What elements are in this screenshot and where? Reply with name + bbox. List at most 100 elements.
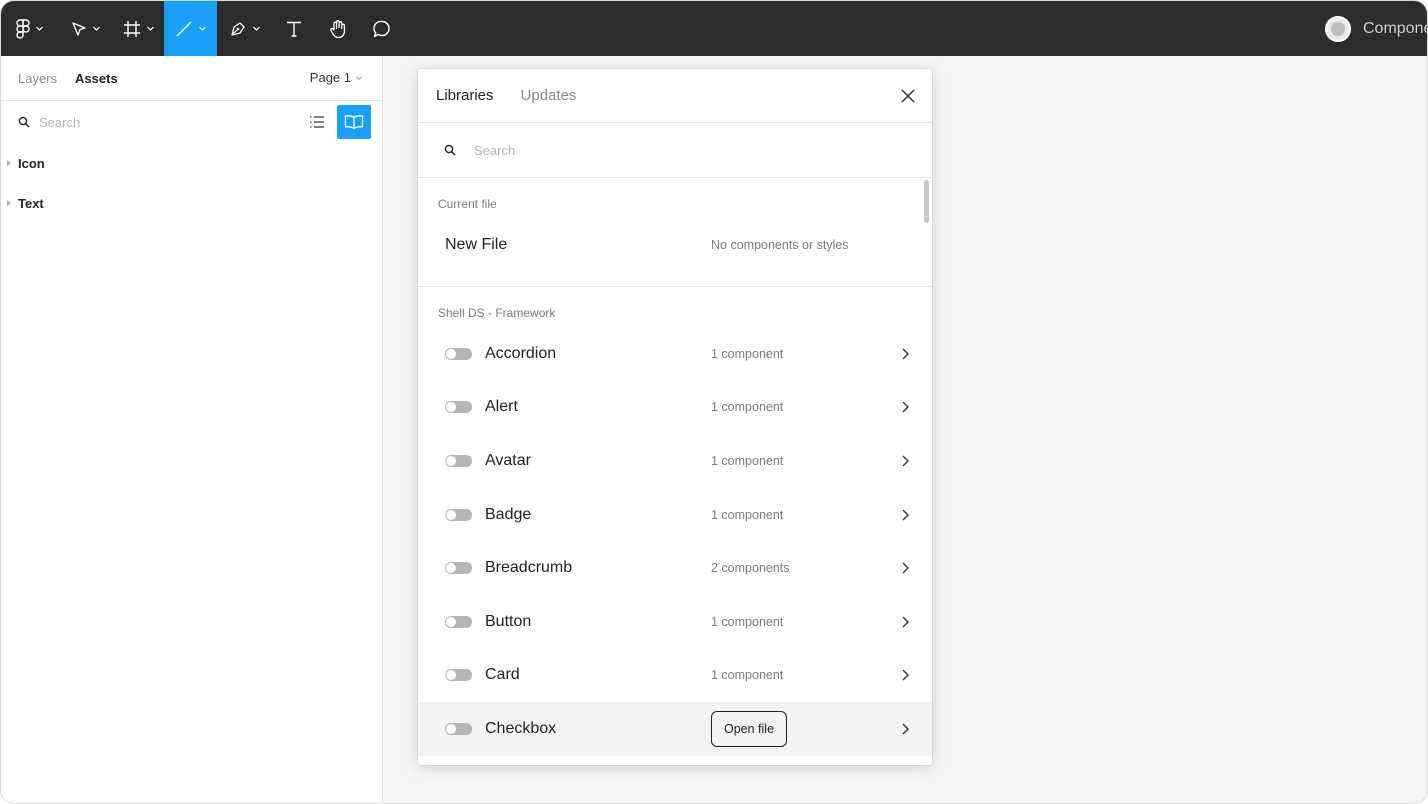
pen-tool-button[interactable] (217, 1, 273, 56)
chevron-right-icon[interactable] (898, 561, 912, 575)
chevron-down-icon (198, 26, 206, 31)
library-count: 1 component (711, 453, 784, 468)
list-view-button[interactable] (306, 111, 328, 133)
list-icon (310, 116, 324, 128)
library-name: Button (485, 612, 532, 630)
file-info: Components (1325, 1, 1427, 56)
close-icon[interactable] (900, 88, 916, 104)
hand-icon (329, 19, 345, 38)
pen-icon (231, 21, 245, 36)
page-label: Page 1 (309, 70, 351, 85)
library-row[interactable]: Checkbox Open file (418, 702, 932, 756)
library-toggle[interactable] (445, 669, 472, 682)
asset-group-text[interactable]: Text (1, 183, 382, 223)
frame-tool-button[interactable] (113, 1, 164, 56)
current-file-name: New File (445, 235, 508, 253)
current-file-note: No components or styles (711, 237, 849, 252)
library-count: 2 components (711, 561, 790, 576)
library-toggle[interactable] (445, 401, 472, 414)
cursor-icon (72, 21, 86, 36)
library-row[interactable]: Alert 1 component (418, 381, 932, 435)
text-icon (287, 21, 301, 37)
section-title: Current file (438, 197, 497, 211)
chevron-down-icon (253, 26, 260, 31)
libraries-modal: Libraries Updates Search Current file Ne… (418, 69, 932, 765)
chevron-down-icon (355, 75, 363, 80)
tab-layers[interactable]: Layers (18, 71, 57, 86)
comment-icon (373, 20, 390, 37)
scrollbar[interactable] (924, 180, 929, 223)
library-toggle[interactable] (445, 454, 472, 467)
comment-tool-button[interactable] (360, 1, 404, 56)
app-window: Components Layers Assets Page 1 Search I… (0, 0, 1428, 804)
current-file-row: New File No components or styles (418, 218, 932, 271)
chevron-right-icon[interactable] (898, 508, 912, 522)
chevron-right-icon[interactable] (898, 615, 912, 629)
caret-right-icon (7, 160, 11, 166)
library-name: Breadcrumb (485, 559, 573, 577)
search-icon (444, 144, 456, 156)
library-toggle[interactable] (445, 562, 472, 575)
library-count: 1 component (711, 346, 784, 361)
library-name: Badge (485, 505, 532, 523)
chevron-down-icon (36, 26, 43, 31)
move-tool-button[interactable] (59, 1, 113, 56)
figma-logo-icon (16, 18, 30, 39)
modal-header: Libraries Updates (418, 69, 932, 123)
team-library-section: Shell DS - Framework Accordion 1 compone… (418, 287, 932, 756)
assets-search[interactable]: Search (1, 101, 382, 143)
frame-icon (123, 20, 140, 37)
chevron-right-icon[interactable] (898, 347, 912, 361)
library-row[interactable]: Accordion 1 component (418, 327, 932, 381)
library-row[interactable]: Avatar 1 component (418, 434, 932, 488)
libraries-search-input[interactable]: Search (474, 143, 515, 158)
tab-updates[interactable]: Updates (521, 87, 577, 104)
left-panel: Layers Assets Page 1 Search Icon Text (1, 56, 383, 803)
asset-group-label: Text (18, 195, 44, 211)
text-tool-button[interactable] (273, 1, 315, 56)
chevron-right-icon[interactable] (898, 454, 912, 468)
asset-group-icon[interactable]: Icon (1, 143, 382, 183)
library-row[interactable]: Card 1 component (418, 649, 932, 703)
file-avatar[interactable] (1325, 15, 1351, 42)
open-file-button[interactable]: Open file (711, 711, 788, 748)
library-row[interactable]: Button 1 component (418, 595, 932, 649)
library-name: Card (485, 666, 520, 684)
library-name: Checkbox (485, 719, 557, 737)
page-selector[interactable]: Page 1 (310, 70, 363, 85)
tab-assets[interactable]: Assets (75, 71, 118, 86)
chevron-right-icon[interactable] (898, 722, 912, 736)
book-icon (344, 115, 364, 130)
line-tool-button[interactable] (164, 1, 217, 56)
left-panel-tabs: Layers Assets Page 1 (1, 56, 382, 101)
library-toggle[interactable] (445, 722, 472, 735)
current-file-section: Current file New File No components or s… (418, 178, 932, 287)
chevron-right-icon[interactable] (898, 668, 912, 682)
library-name: Accordion (485, 344, 557, 362)
tab-libraries[interactable]: Libraries (436, 87, 494, 104)
library-toggle[interactable] (445, 615, 472, 628)
section-title: Shell DS - Framework (438, 306, 556, 320)
chevron-right-icon[interactable] (898, 400, 912, 414)
team-library-button[interactable] (337, 105, 371, 139)
library-row[interactable]: Breadcrumb 2 components (418, 541, 932, 595)
main-menu-button[interactable] (1, 1, 59, 56)
library-name: Avatar (485, 451, 531, 469)
line-icon (175, 20, 192, 37)
library-toggle[interactable] (445, 347, 472, 360)
hand-tool-button[interactable] (315, 1, 360, 56)
assets-search-input[interactable]: Search (39, 115, 80, 130)
library-count: 1 component (711, 668, 784, 683)
library-row[interactable]: Badge 1 component (418, 488, 932, 542)
library-count: 1 component (711, 614, 784, 629)
library-name: Alert (485, 398, 518, 416)
chevron-down-icon (146, 26, 154, 31)
file-name[interactable]: Components (1363, 20, 1427, 38)
asset-group-label: Icon (18, 155, 45, 171)
library-count: 1 component (711, 507, 784, 522)
library-toggle[interactable] (445, 508, 472, 521)
library-count: 1 component (711, 400, 784, 415)
libraries-search[interactable]: Search (418, 123, 932, 178)
chevron-down-icon (93, 26, 100, 31)
search-icon (18, 116, 30, 128)
